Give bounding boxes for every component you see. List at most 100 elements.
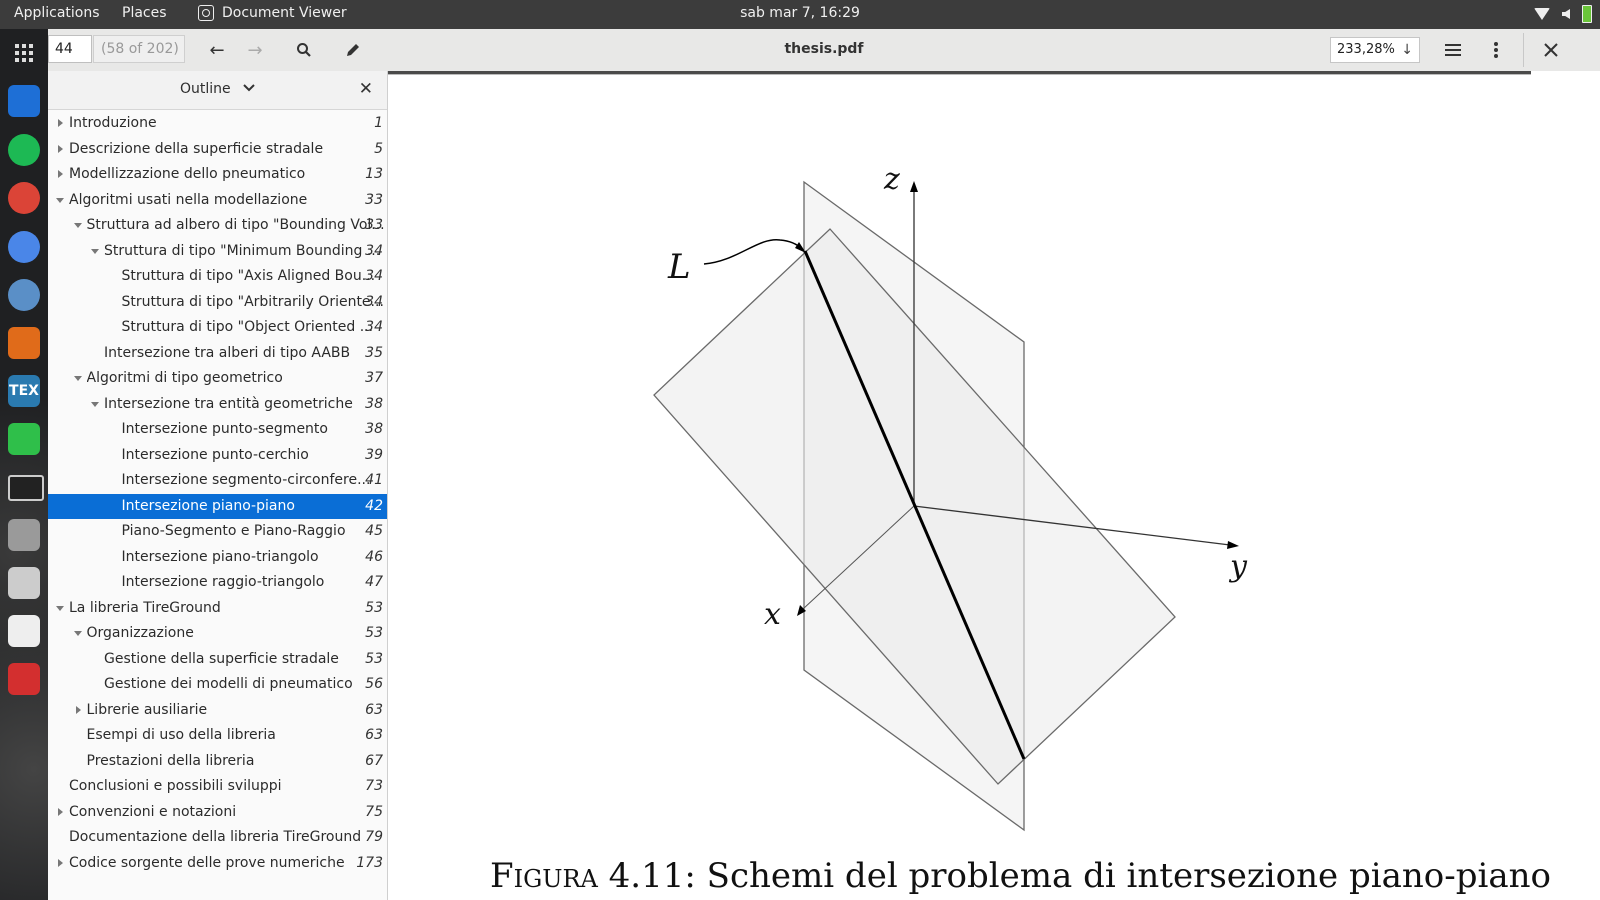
outline-row-page: 56	[365, 676, 383, 692]
caption-text: Schemi del problema di intersezione pian…	[706, 856, 1552, 896]
outline-row-label: Conclusioni e possibili sviluppi	[69, 778, 282, 794]
outline-row-label: Gestione della superficie stradale	[104, 650, 339, 667]
expander-closed-icon[interactable]	[58, 119, 63, 127]
outline-row-label: Convenzioni e notazioni	[69, 803, 237, 820]
outline-row[interactable]: Intersezione piano-piano 42	[48, 493, 387, 519]
outline-row[interactable]: Struttura ad albero di tipo "Bounding Vo…	[48, 213, 387, 238]
outline-row[interactable]: Codice sorgente delle prove numeriche 173	[48, 851, 387, 876]
acrobat-icon[interactable]	[8, 663, 40, 695]
outline-row[interactable]: Librerie ausiliarie 63	[48, 698, 387, 723]
expander-open-icon[interactable]	[91, 248, 99, 254]
app-grid-icon[interactable]	[8, 37, 40, 69]
wifi-icon[interactable]	[1534, 8, 1550, 20]
expander-open-icon[interactable]	[56, 197, 64, 203]
y-axis-arrowhead	[1227, 541, 1239, 549]
dock: TEX	[0, 29, 48, 900]
outline-row[interactable]: Esempi di uso della libreria 63	[48, 723, 387, 748]
file-manager-icon[interactable]	[8, 85, 40, 117]
document-editor-icon[interactable]	[8, 615, 40, 647]
document-view[interactable]: L z y x Figura 4.11: Schemi del problema…	[388, 71, 1600, 900]
system-tray[interactable]	[1534, 5, 1592, 23]
outline-row[interactable]: Struttura di tipo "Axis Aligned Bou... 34	[48, 264, 387, 289]
outline-row-label: Algoritmi di tipo geometrico	[86, 370, 283, 386]
outline-row-page: 79	[365, 829, 383, 845]
outline-row[interactable]: Piano-Segmento e Piano-Raggio 45	[48, 519, 387, 544]
outline-row-page: 41	[365, 472, 383, 488]
caption-prefix: Figura 4.11:	[490, 856, 696, 896]
expander-closed-icon[interactable]	[58, 807, 63, 816]
header-bar: 44 (58 of 202) ← → thesis.pdf 233,28% ↓	[48, 29, 1600, 72]
texmaker-icon[interactable]: TEX	[8, 375, 40, 407]
more-options-button[interactable]	[1483, 37, 1509, 63]
arrow-down-icon: ↓	[1401, 42, 1413, 58]
outline-row-page: 34	[365, 293, 383, 310]
outline-row-label: Piano-Segmento e Piano-Raggio	[121, 523, 346, 539]
outline-row[interactable]: Organizzazione 53	[48, 621, 387, 646]
label-x: x	[764, 597, 781, 632]
outline-row[interactable]: Struttura di tipo "Minimum Bounding ... 3…	[48, 239, 387, 264]
outline-row[interactable]: Convenzioni e notazioni 75	[48, 800, 387, 825]
expander-closed-icon[interactable]	[58, 144, 63, 153]
close-window-button[interactable]	[1538, 37, 1564, 63]
outline-row-label: Modellizzazione dello pneumatico	[69, 166, 306, 182]
outline-row-label: Prestazioni della libreria	[86, 752, 255, 769]
zoom-select[interactable]: 233,28% ↓	[1330, 37, 1420, 63]
clock[interactable]: sab mar 7, 16:29	[0, 5, 1600, 21]
outline-row-label: Esempi di uso della libreria	[86, 727, 276, 743]
outline-row-page: 5	[374, 140, 383, 157]
outline-row[interactable]: Intersezione segmento-circonfere... 41	[48, 468, 387, 493]
outline-row[interactable]: Descrizione della superficie stradale 5	[48, 137, 387, 162]
top-panel: Applications Places Document Viewer sab …	[0, 0, 1600, 29]
system-monitor-icon[interactable]	[8, 423, 40, 455]
expander-closed-icon[interactable]	[75, 705, 81, 714]
outline-row-label: Struttura ad albero di tipo "Bounding Vo…	[86, 217, 385, 233]
outline-row-page: 53	[365, 599, 383, 616]
outline-row-label: Intersezione segmento-circonfere...	[121, 472, 371, 488]
battery-icon[interactable]	[1582, 5, 1592, 23]
view-menu-button[interactable]	[1440, 37, 1466, 63]
outline-row[interactable]: Prestazioni della libreria 67	[48, 749, 387, 774]
outline-row[interactable]: Documentazione della libreria TireGround…	[48, 825, 387, 850]
outline-row[interactable]: Struttura di tipo "Arbitrarily Oriente..…	[48, 290, 387, 315]
expander-open-icon[interactable]	[73, 223, 82, 228]
spotify-icon[interactable]	[8, 134, 40, 166]
chrome-icon[interactable]	[8, 182, 40, 214]
expander-closed-icon[interactable]	[58, 170, 63, 178]
outline-row-label: Intersezione tra entità geometriche	[104, 395, 353, 412]
expander-closed-icon[interactable]	[58, 858, 63, 867]
outline-row-label: Organizzazione	[86, 625, 194, 641]
outline-row[interactable]: Algoritmi usati nella modellazione 33	[48, 188, 387, 213]
outline-row[interactable]: Intersezione tra alberi di tipo AABB 35	[48, 341, 387, 366]
expander-open-icon[interactable]	[73, 631, 82, 636]
outline-row[interactable]: Intersezione punto-cerchio 39	[48, 443, 387, 468]
outline-row[interactable]: Modellizzazione dello pneumatico 13	[48, 162, 387, 187]
download-icon[interactable]	[8, 567, 40, 599]
outline-row-page: 34	[365, 319, 383, 335]
outline-row[interactable]: Intersezione raggio-triangolo 47	[48, 570, 387, 595]
outline-row[interactable]: Gestione della superficie stradale 53	[48, 647, 387, 672]
outline-row-label: Intersezione tra alberi di tipo AABB	[104, 344, 351, 361]
expander-open-icon[interactable]	[56, 605, 64, 611]
chromium-icon[interactable]	[8, 231, 40, 263]
expander-open-icon[interactable]	[91, 401, 99, 407]
outline-row-label: Intersezione punto-segmento	[121, 421, 328, 437]
expander-open-icon[interactable]	[73, 376, 82, 381]
outline-row[interactable]: Struttura di tipo "Object Oriented ... 34	[48, 315, 387, 340]
outline-row[interactable]: Conclusioni e possibili sviluppi 73	[48, 774, 387, 799]
outline-row[interactable]: Intersezione tra entità geometriche 38	[48, 392, 387, 417]
outline-row[interactable]: Gestione dei modelli di pneumatico 56	[48, 672, 387, 697]
settings-icon[interactable]	[8, 519, 40, 551]
outline-row[interactable]: Intersezione piano-triangolo 46	[48, 545, 387, 570]
outline-row[interactable]: Intersezione punto-segmento 38	[48, 417, 387, 442]
outline-row-label: Struttura di tipo "Axis Aligned Bou...	[121, 268, 376, 284]
outline-row[interactable]: Algoritmi di tipo geometrico 37	[48, 366, 387, 391]
thunderbird-icon[interactable]	[8, 279, 40, 311]
volume-icon[interactable]	[1562, 9, 1570, 19]
outline-row[interactable]: La libreria TireGround 53	[48, 596, 387, 621]
terminal-icon[interactable]	[8, 475, 44, 501]
outline-row[interactable]: Introduzione 1	[48, 111, 387, 136]
matlab-icon[interactable]	[8, 327, 40, 359]
kebab-menu-icon	[1494, 42, 1498, 58]
outline-dropdown[interactable]: Outline	[48, 81, 387, 97]
close-sidebar-button[interactable]: ✕	[359, 79, 373, 99]
